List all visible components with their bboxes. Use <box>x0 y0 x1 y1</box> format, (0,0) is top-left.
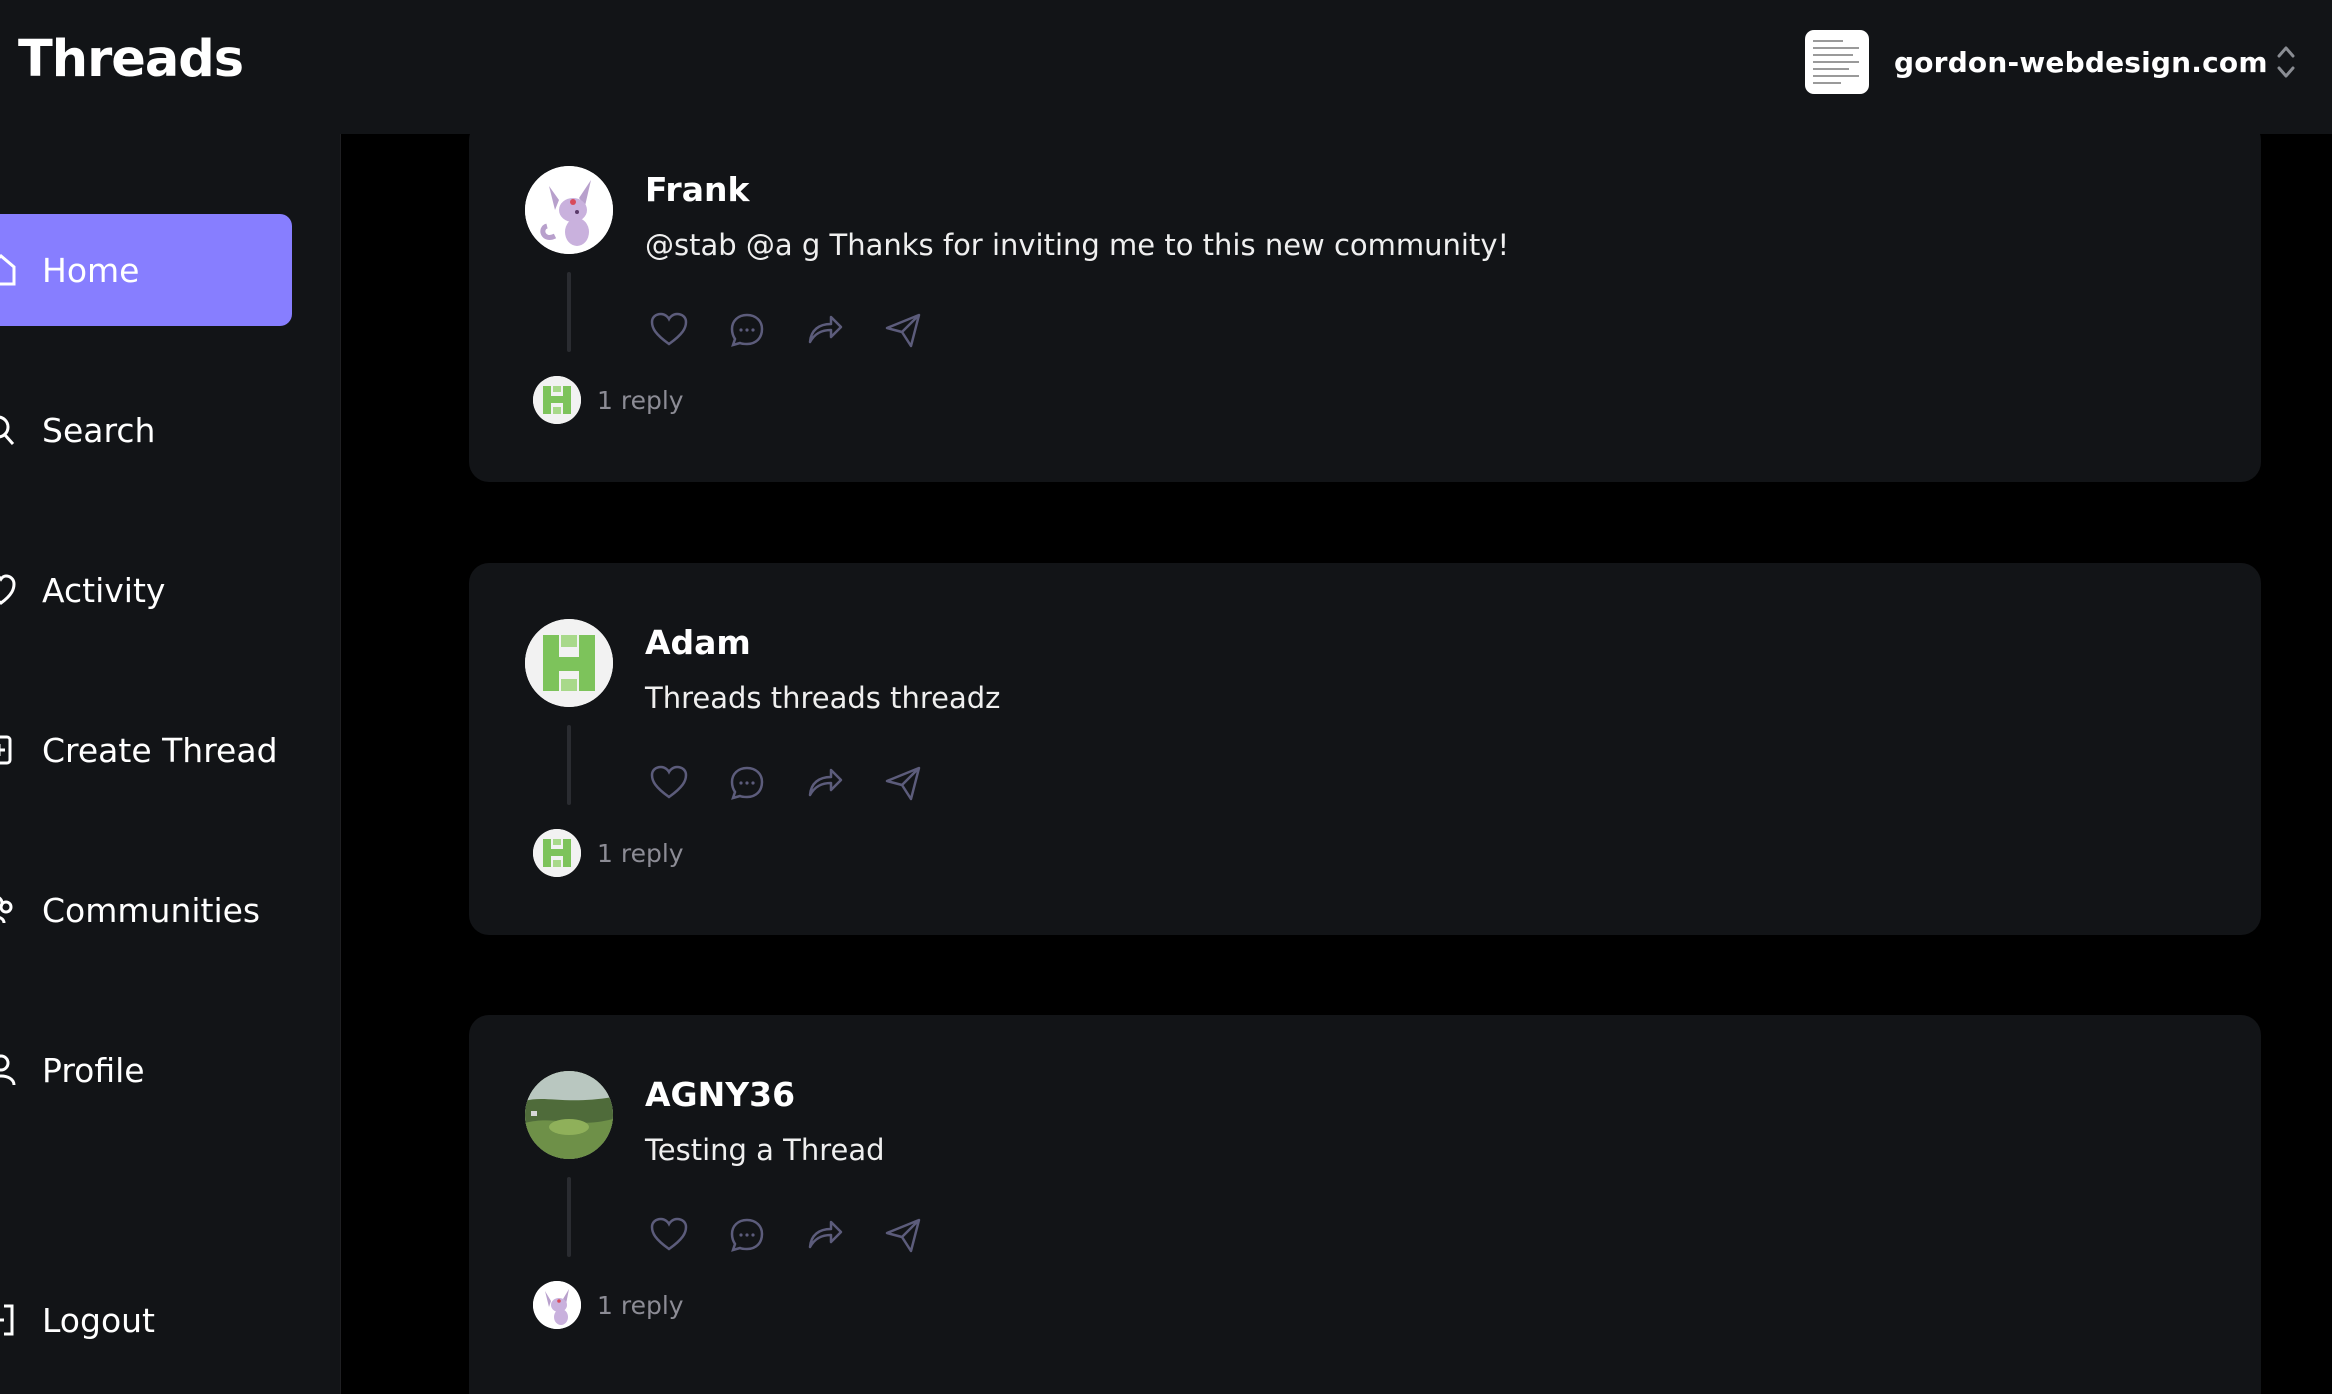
sidebar-item-label: Communities <box>42 890 261 930</box>
thread-actions <box>649 310 923 350</box>
sidebar-item-activity[interactable]: Activity <box>0 534 292 646</box>
sidebar-item-label: Profile <box>42 1050 145 1090</box>
thread-connector-line <box>567 1177 571 1257</box>
replies-summary[interactable]: 1 reply <box>533 376 684 424</box>
sidebar-item-create-thread[interactable]: Create Thread <box>0 694 292 806</box>
repost-icon[interactable] <box>805 763 845 803</box>
thread-content: @stab @a g Thanks for inviting me to thi… <box>645 228 1510 262</box>
author-name[interactable]: Adam <box>645 623 751 662</box>
sidebar-item-label: Home <box>42 250 140 290</box>
sidebar-item-label: Activity <box>42 570 166 610</box>
author-avatar[interactable] <box>525 1071 613 1159</box>
thread-card: Frank @stab @a g Thanks for inviting me … <box>469 120 2261 482</box>
thread-actions <box>649 763 923 803</box>
author-name[interactable]: Frank <box>645 170 749 209</box>
user-icon <box>0 1054 16 1086</box>
sidebar-item-label: Search <box>42 410 156 450</box>
share-icon[interactable] <box>883 763 923 803</box>
reply-count: 1 reply <box>597 385 684 415</box>
sidebar-item-label: Create Thread <box>42 730 278 770</box>
home-icon <box>0 254 16 286</box>
repost-icon[interactable] <box>805 1215 845 1255</box>
replies-summary[interactable]: 1 reply <box>533 1281 684 1329</box>
reply-count: 1 reply <box>597 838 684 868</box>
heart-icon[interactable] <box>649 763 689 803</box>
reply-icon[interactable] <box>727 763 767 803</box>
share-icon[interactable] <box>883 310 923 350</box>
sidebar-item-search[interactable]: Search <box>0 374 292 486</box>
share-icon[interactable] <box>883 1215 923 1255</box>
thread-actions <box>649 1215 923 1255</box>
brand-title[interactable]: Threads <box>18 30 244 89</box>
logout-icon <box>0 1304 14 1336</box>
reply-avatar <box>533 1281 581 1329</box>
communities-icon <box>0 896 13 924</box>
search-icon <box>0 415 15 445</box>
thread-content: Testing a Thread <box>645 1133 885 1167</box>
thread-connector-line <box>567 725 571 805</box>
sidebar-item-communities[interactable]: Communities <box>0 854 292 966</box>
replies-summary[interactable]: 1 reply <box>533 829 684 877</box>
thread-card: AGNY36 Testing a Thread 1 reply <box>469 1015 2261 1394</box>
author-name[interactable]: AGNY36 <box>645 1075 795 1114</box>
logout-label: Logout <box>42 1300 155 1340</box>
chevron-up-down-icon[interactable] <box>2274 42 2298 82</box>
heart-icon <box>0 574 16 605</box>
author-avatar[interactable] <box>525 619 613 707</box>
organization-logo <box>1805 30 1869 94</box>
left-sidebar: Home Search Activity Create Thread Commu… <box>0 134 341 1394</box>
reply-count: 1 reply <box>597 1290 684 1320</box>
thread-card: Adam Threads threads threadz 1 reply <box>469 563 2261 935</box>
thread-content: Threads threads threadz <box>645 681 1001 715</box>
sidebar-item-home[interactable]: Home <box>0 214 292 326</box>
create-icon <box>0 735 12 765</box>
reply-icon[interactable] <box>727 1215 767 1255</box>
reply-avatar <box>533 376 581 424</box>
heart-icon[interactable] <box>649 1215 689 1255</box>
sidebar-item-profile[interactable]: Profile <box>0 1014 292 1126</box>
author-avatar[interactable] <box>525 166 613 254</box>
reply-avatar <box>533 829 581 877</box>
organization-name: gordon-webdesign.com <box>1894 45 2268 79</box>
reply-icon[interactable] <box>727 310 767 350</box>
heart-icon[interactable] <box>649 310 689 350</box>
organization-switcher[interactable]: gordon-webdesign.com <box>1805 30 2268 94</box>
topbar: Threads gordon-webdesign.com <box>0 0 2332 134</box>
repost-icon[interactable] <box>805 310 845 350</box>
logout-button[interactable]: Logout <box>0 1264 292 1376</box>
thread-connector-line <box>567 272 571 352</box>
